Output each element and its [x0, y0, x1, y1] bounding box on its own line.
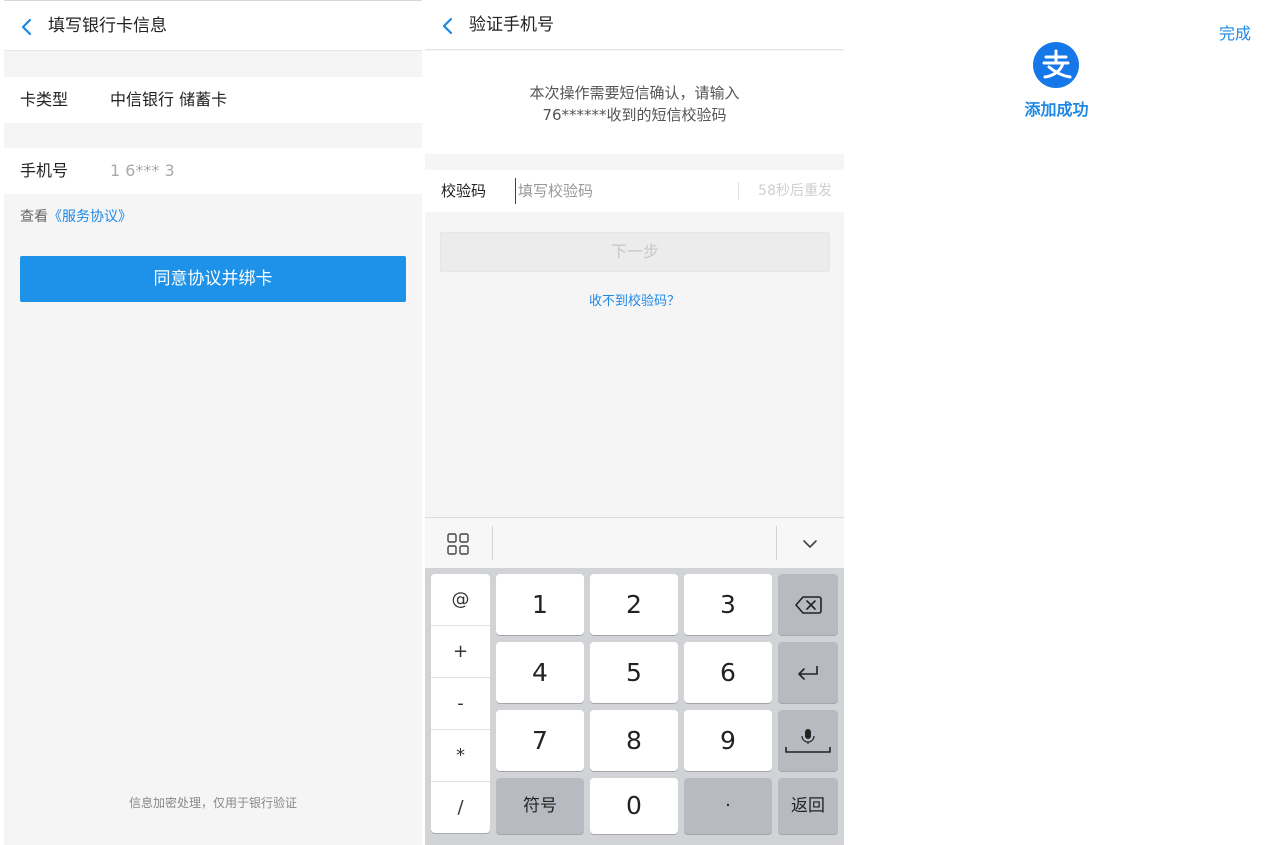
verify-phone-screen: 验证手机号 本次操作需要短信确认，请输入 76******收到的短信校验码 校验… — [425, 0, 844, 845]
bind-card-screen: 填写银行卡信息 卡类型 中信银行 储蓄卡 手机号 1 6*** 3 查看《服务协… — [4, 0, 422, 845]
keyboard-toolbar — [425, 517, 844, 568]
voice-key[interactable] — [778, 710, 838, 771]
divider — [738, 182, 739, 200]
verification-code-input[interactable] — [515, 178, 735, 204]
key-8[interactable]: 8 — [590, 710, 678, 771]
success-message: 添加成功 — [1024, 100, 1089, 119]
page-title: 验证手机号 — [469, 15, 554, 35]
key-asterisk[interactable]: * — [431, 730, 490, 782]
phone-row: 手机号 1 6*** 3 — [4, 148, 422, 194]
return-key[interactable]: 返回 — [778, 778, 838, 834]
enter-key[interactable] — [778, 642, 838, 703]
service-agreement-link[interactable]: 《服务协议》 — [48, 209, 132, 225]
resend-countdown: 58秒后重发 — [758, 183, 832, 199]
key-5[interactable]: 5 — [590, 642, 678, 703]
verification-code-row: 校验码 58秒后重发 — [425, 170, 844, 212]
code-label: 校验码 — [441, 182, 487, 200]
back-chevron-icon[interactable] — [18, 18, 36, 36]
key-6[interactable]: 6 — [684, 642, 772, 703]
divider — [492, 526, 493, 560]
no-code-help-link[interactable]: 收不到校验码？ — [425, 290, 844, 309]
key-4[interactable]: 4 — [496, 642, 584, 703]
key-plus[interactable]: + — [431, 626, 490, 678]
alipay-glyph-icon — [1042, 49, 1072, 79]
key-slash[interactable]: / — [431, 782, 490, 834]
backspace-icon — [795, 595, 822, 614]
microphone-icon — [785, 728, 831, 753]
nav-header: 填写银行卡信息 — [4, 1, 422, 51]
key-minus[interactable]: - — [431, 678, 490, 730]
symbol-column: @ + - * / — [431, 574, 490, 833]
agreement-prefix: 查看 — [20, 209, 48, 225]
grid-menu-icon[interactable] — [447, 533, 469, 555]
divider — [776, 526, 777, 560]
sms-notice: 本次操作需要短信确认，请输入 76******收到的短信校验码 — [425, 51, 844, 154]
phone-value: 1 6*** 3 — [110, 161, 175, 180]
key-1[interactable]: 1 — [496, 574, 584, 635]
backspace-key[interactable] — [778, 574, 838, 635]
enter-icon — [798, 665, 818, 680]
notice-line-2: 76******收到的短信校验码 — [542, 106, 727, 124]
key-0[interactable]: 0 — [590, 778, 678, 834]
chevron-down-icon[interactable] — [801, 535, 819, 553]
back-chevron-icon[interactable] — [439, 17, 457, 35]
alipay-logo-icon — [1033, 42, 1079, 88]
key-3[interactable]: 3 — [684, 574, 772, 635]
card-type-row: 卡类型 中信银行 储蓄卡 — [4, 77, 422, 123]
card-type-label: 卡类型 — [20, 90, 69, 109]
dot-key[interactable]: · — [684, 778, 772, 834]
card-type-value: 中信银行 储蓄卡 — [110, 90, 228, 109]
next-step-button[interactable]: 下一步 — [440, 232, 830, 272]
key-9[interactable]: 9 — [684, 710, 772, 771]
nav-header: 验证手机号 — [425, 0, 844, 50]
encryption-note: 信息加密处理，仅用于银行验证 — [128, 796, 297, 810]
symbol-switch-key[interactable]: 符号 — [496, 778, 584, 834]
done-button[interactable]: 完成 — [1219, 20, 1251, 44]
agree-and-bind-button[interactable]: 同意协议并绑卡 — [20, 256, 406, 302]
key-7[interactable]: 7 — [496, 710, 584, 771]
numeric-keyboard: @ + - * / 1 2 3 4 5 6 7 8 9 符号 0 · 返回 — [425, 568, 844, 845]
page-title: 填写银行卡信息 — [48, 16, 167, 36]
add-success-screen: 完成 添加成功 — [844, 0, 1269, 845]
notice-line-1: 本次操作需要短信确认，请输入 — [529, 84, 740, 102]
agreement-text: 查看《服务协议》 — [20, 206, 132, 226]
key-2[interactable]: 2 — [590, 574, 678, 635]
key-at[interactable]: @ — [431, 574, 490, 626]
phone-label: 手机号 — [20, 161, 69, 180]
